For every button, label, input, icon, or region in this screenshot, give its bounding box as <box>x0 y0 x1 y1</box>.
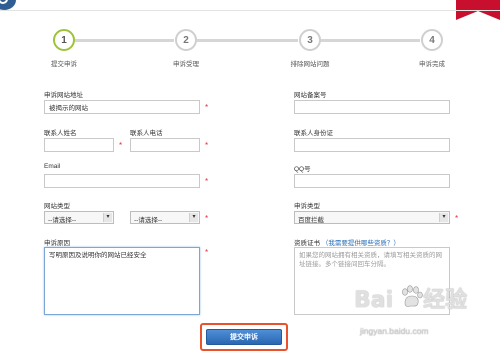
step-4-circle: 4 <box>421 29 443 51</box>
contact-name-input[interactable] <box>44 138 114 152</box>
watermark-logo-text: Bai <box>354 288 394 313</box>
site-type-select-1[interactable]: --请选择-- ▾ <box>44 211 114 224</box>
qq-input[interactable] <box>294 174 450 188</box>
icp-label: 网站备案号 <box>294 92 327 99</box>
appeal-type-label: 申诉类型 <box>294 203 320 210</box>
step-3-circle: 3 <box>299 29 321 51</box>
site-logo[interactable] <box>0 0 16 10</box>
qq-label: QQ号 <box>294 166 311 173</box>
step-1-label: 提交申诉 <box>51 61 77 68</box>
step-2-circle: 2 <box>175 29 197 51</box>
contact-id-input[interactable] <box>294 138 450 152</box>
required-mark: * <box>119 141 123 150</box>
watermark-url: jingyan.baidu.com <box>360 326 429 336</box>
site-type-label: 网站类型 <box>44 203 70 210</box>
site-url-input[interactable] <box>44 100 200 114</box>
email-input[interactable] <box>44 174 200 188</box>
contact-id-label: 联系人身份证 <box>294 130 333 137</box>
cert-label: 资质证书 （我需要提供哪些资质？） <box>294 237 400 247</box>
step-connector <box>320 39 420 42</box>
paw-icon <box>402 285 423 307</box>
baidu-jingyan-watermark: Bai 经验 jingyan.baidu.com <box>352 280 500 359</box>
required-mark: * <box>205 103 209 112</box>
reason-textarea[interactable]: 写明原因及说明你的网站已经安全 <box>44 247 200 315</box>
watermark-logo-suffix: 经验 <box>423 288 468 313</box>
cert-help-link[interactable]: （我需要提供哪些资质？） <box>322 240 400 247</box>
progress-steps: 1 2 3 4 提交申诉 申诉受理 排除网站问题 申诉完成 <box>0 26 500 76</box>
reason-label: 申诉原因 <box>44 240 70 247</box>
cert-label-text: 资质证书 <box>294 240 320 247</box>
site-url-label: 申诉网站地址 <box>44 92 83 99</box>
appeal-page: 1 2 3 4 提交申诉 申诉受理 排除网站问题 申诉完成 申诉网站地址 * 网… <box>0 0 500 359</box>
appeal-type-value: 百度拦截 <box>298 217 324 224</box>
required-mark: * <box>205 177 209 186</box>
contact-phone-input[interactable] <box>130 138 200 152</box>
step-connector <box>74 39 174 42</box>
required-mark: * <box>455 214 459 223</box>
appeal-type-select[interactable]: 百度拦截 ▾ <box>294 211 450 224</box>
required-mark: * <box>205 248 209 257</box>
contact-phone-label: 联系人电话 <box>130 130 163 137</box>
site-type-select-2[interactable]: --请选择-- ▾ <box>130 211 200 224</box>
required-mark: * <box>205 214 209 223</box>
step-2-label: 申诉受理 <box>173 61 199 68</box>
contact-name-label: 联系人姓名 <box>44 130 77 137</box>
header-divider <box>0 10 500 11</box>
step-1-circle: 1 <box>53 29 75 51</box>
dropdown-arrow-icon: ▾ <box>439 213 448 222</box>
step-3-label: 排除网站问题 <box>290 61 330 68</box>
dropdown-arrow-icon: ▾ <box>103 213 112 222</box>
step-connector <box>196 39 298 42</box>
required-mark: * <box>205 141 209 150</box>
step-4-label: 申诉完成 <box>419 61 445 68</box>
submit-button[interactable]: 提交申诉 <box>206 329 282 345</box>
dropdown-arrow-icon: ▾ <box>189 213 198 222</box>
site-type-select-2-value: --请选择-- <box>134 217 163 224</box>
logo-ring-icon <box>0 0 8 4</box>
icp-input[interactable] <box>294 100 450 114</box>
site-type-select-1-value: --请选择-- <box>48 217 77 224</box>
email-label: Email <box>44 163 61 170</box>
